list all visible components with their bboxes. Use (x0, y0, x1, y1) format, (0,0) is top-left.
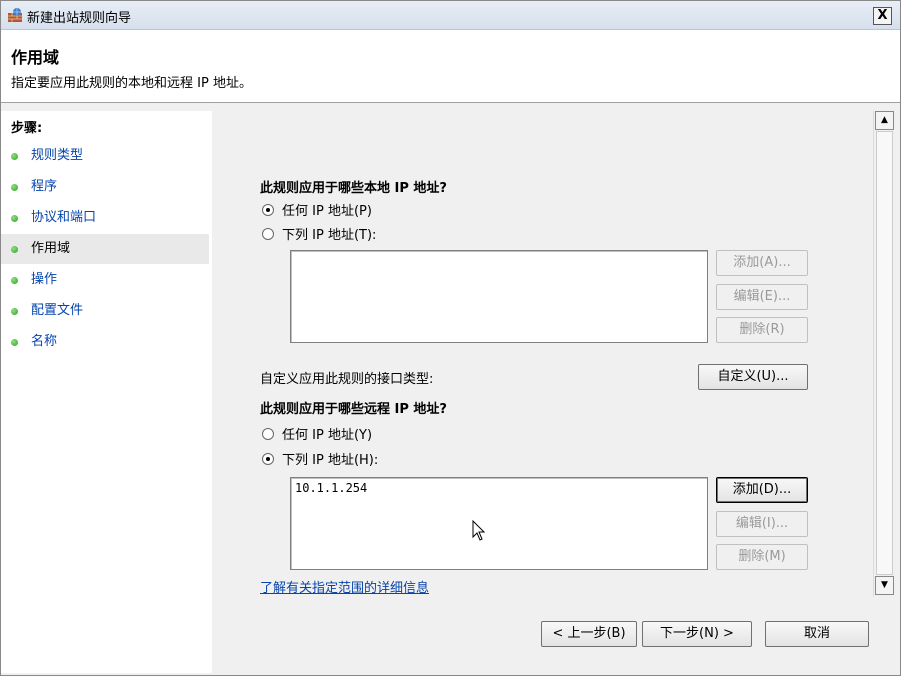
help-link[interactable]: 了解有关指定范围的详细信息 (260, 577, 429, 596)
steps-heading: 步骤: (11, 121, 43, 136)
page-description: 指定要应用此规则的本地和远程 IP 地址。 (11, 76, 252, 91)
local-ip-list[interactable] (290, 250, 708, 343)
scroll-up-icon[interactable]: ▲ (875, 111, 894, 130)
wizard-window: 新建出站规则向导 X 作用域 指定要应用此规则的本地和远程 IP 地址。 步骤:… (0, 0, 901, 676)
window-title: 新建出站规则向导 (27, 11, 132, 26)
page-title: 作用域 (11, 48, 60, 67)
sidebar-item-scope[interactable]: 作用域 (1, 234, 209, 264)
step-bullet-icon (11, 277, 18, 284)
remote-any-ip-radio[interactable]: 任何 IP 地址(Y) (262, 424, 372, 443)
remote-listed-ip-radio[interactable]: 下列 IP 地址(H): (262, 449, 378, 468)
remote-ip-question: 此规则应用于哪些远程 IP 地址? (260, 402, 447, 417)
radio-selected-icon (262, 203, 274, 216)
sidebar-item-program[interactable]: 程序 (1, 172, 209, 202)
local-listed-ip-radio[interactable]: 下列 IP 地址(T): (262, 224, 376, 243)
back-button[interactable]: < 上一步(B) (541, 621, 637, 647)
step-bullet-icon (11, 153, 18, 160)
vertical-scrollbar[interactable]: ▲ ▼ (873, 111, 894, 597)
scroll-down-icon[interactable]: ▼ (875, 576, 894, 595)
sidebar-item-rule-type[interactable]: 规则类型 (1, 141, 209, 171)
remote-edit-button[interactable]: 编辑(I)... (716, 511, 808, 537)
step-bullet-icon (11, 246, 18, 253)
customize-interface-button[interactable]: 自定义(U)... (698, 364, 808, 390)
local-edit-button[interactable]: 编辑(E)... (716, 284, 808, 310)
radio-selected-icon (262, 452, 274, 465)
local-remove-button[interactable]: 删除(R) (716, 317, 808, 343)
close-button[interactable]: X (873, 7, 892, 25)
step-bullet-icon (11, 308, 18, 315)
next-button[interactable]: 下一步(N) > (642, 621, 752, 647)
mouse-cursor-icon (472, 520, 486, 541)
local-add-button[interactable]: 添加(A)... (716, 250, 808, 276)
sidebar-item-profile[interactable]: 配置文件 (1, 296, 209, 326)
remote-add-button[interactable]: 添加(D)... (716, 477, 808, 503)
local-ip-question: 此规则应用于哪些本地 IP 地址? (260, 181, 447, 196)
sidebar-item-name[interactable]: 名称 (1, 327, 209, 357)
step-bullet-icon (11, 339, 18, 346)
step-bullet-icon (11, 184, 18, 191)
header-panel: 作用域 指定要应用此规则的本地和远程 IP 地址。 (1, 30, 900, 103)
remote-remove-button[interactable]: 删除(M) (716, 544, 808, 570)
sidebar-item-action[interactable]: 操作 (1, 265, 209, 295)
title-bar: 新建出站规则向导 X (1, 1, 900, 30)
local-any-ip-radio[interactable]: 任何 IP 地址(P) (262, 200, 372, 219)
radio-unselected-icon (262, 427, 274, 440)
cancel-button[interactable]: 取消 (765, 621, 869, 647)
remote-ip-list[interactable]: 10.1.1.254 (290, 477, 708, 570)
list-item[interactable]: 10.1.1.254 (291, 478, 707, 498)
radio-unselected-icon (262, 227, 274, 240)
step-bullet-icon (11, 215, 18, 222)
firewall-icon (8, 8, 22, 22)
scroll-thumb[interactable] (876, 131, 893, 575)
steps-sidebar: 步骤: 规则类型 程序 协议和端口 作用域 操作 配置文件 名称 (1, 111, 212, 673)
sidebar-item-protocol-ports[interactable]: 协议和端口 (1, 203, 209, 233)
interface-type-label: 自定义应用此规则的接口类型: (260, 372, 434, 387)
